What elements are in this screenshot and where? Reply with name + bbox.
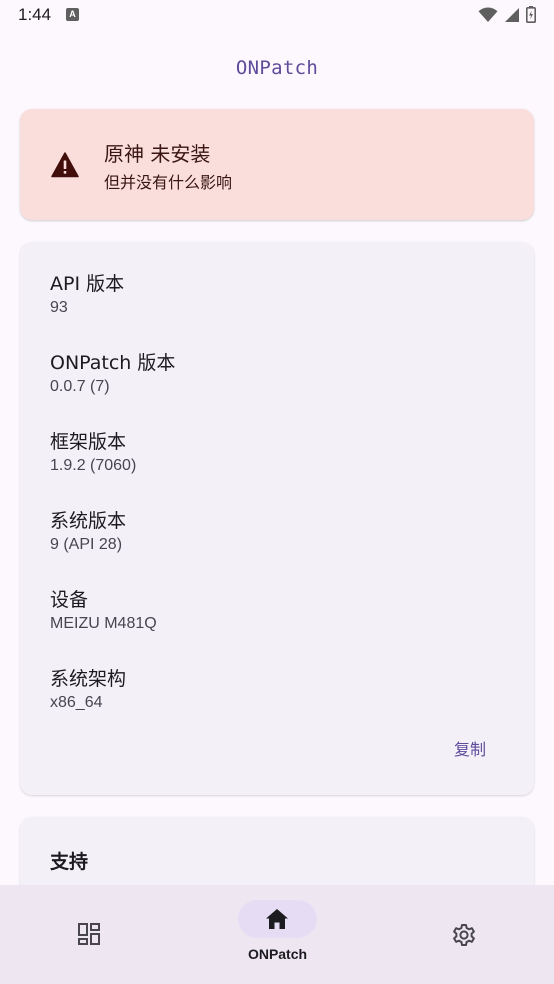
info-item-onpatch-version: ONPatch 版本 0.0.7 (7) — [50, 351, 175, 398]
info-value: MEIZU M481Q — [50, 615, 157, 632]
info-item-system-version: 系统版本 9 (API 28) — [50, 509, 126, 556]
info-value: 0.0.7 (7) — [50, 378, 110, 395]
status-icons — [478, 6, 536, 23]
warning-subtitle: 但并没有什么影响 — [104, 173, 233, 192]
info-label: 框架版本 — [50, 431, 127, 453]
screen: 1:44 A ONPatch 原神 未安装 但并没有什么影响 API 版本 93… — [0, 0, 554, 984]
dashboard-icon — [78, 923, 100, 945]
cell-signal-icon — [505, 7, 519, 22]
status-bar: 1:44 A — [0, 0, 554, 32]
bottom-nav: ONPatch — [0, 885, 554, 984]
info-label: API 版本 — [50, 273, 125, 295]
warning-title: 原神 未安装 — [104, 142, 211, 166]
warning-icon — [51, 152, 79, 178]
nav-item-dashboard[interactable] — [0, 885, 185, 984]
battery-icon — [526, 6, 536, 23]
info-value: 9 (API 28) — [50, 536, 123, 553]
nav-item-home[interactable]: ONPatch — [185, 885, 370, 984]
gear-icon — [453, 924, 475, 946]
nav-label-onpatch: ONPatch — [247, 946, 308, 962]
info-label: 设备 — [50, 589, 89, 611]
support-title: 支持 — [50, 851, 89, 873]
info-value: 1.9.2 (7060) — [50, 457, 137, 474]
wifi-icon — [478, 6, 498, 22]
info-value: x86_64 — [50, 694, 103, 711]
info-item-system-arch: 系统架构 x86_64 — [50, 667, 126, 714]
status-time: 1:44 — [18, 5, 52, 24]
info-item-api-version: API 版本 93 — [50, 272, 124, 319]
nav-item-settings[interactable] — [370, 885, 554, 984]
info-item-framework-version: 框架版本 1.9.2 (7060) — [50, 430, 136, 477]
app-title: ONPatch — [235, 57, 319, 79]
info-label: ONPatch 版本 — [50, 352, 176, 374]
info-card: API 版本 93 ONPatch 版本 0.0.7 (7) 框架版本 1.9.… — [20, 242, 534, 795]
copy-button[interactable]: 复制 — [454, 736, 486, 760]
info-label: 系统架构 — [50, 668, 127, 690]
notification-a-icon: A — [66, 8, 79, 21]
warning-card[interactable]: 原神 未安装 但并没有什么影响 — [20, 109, 534, 220]
info-label: 系统版本 — [50, 510, 127, 532]
info-item-device: 设备 MEIZU M481Q — [50, 588, 157, 635]
info-value: 93 — [50, 299, 68, 316]
home-icon — [266, 909, 288, 929]
